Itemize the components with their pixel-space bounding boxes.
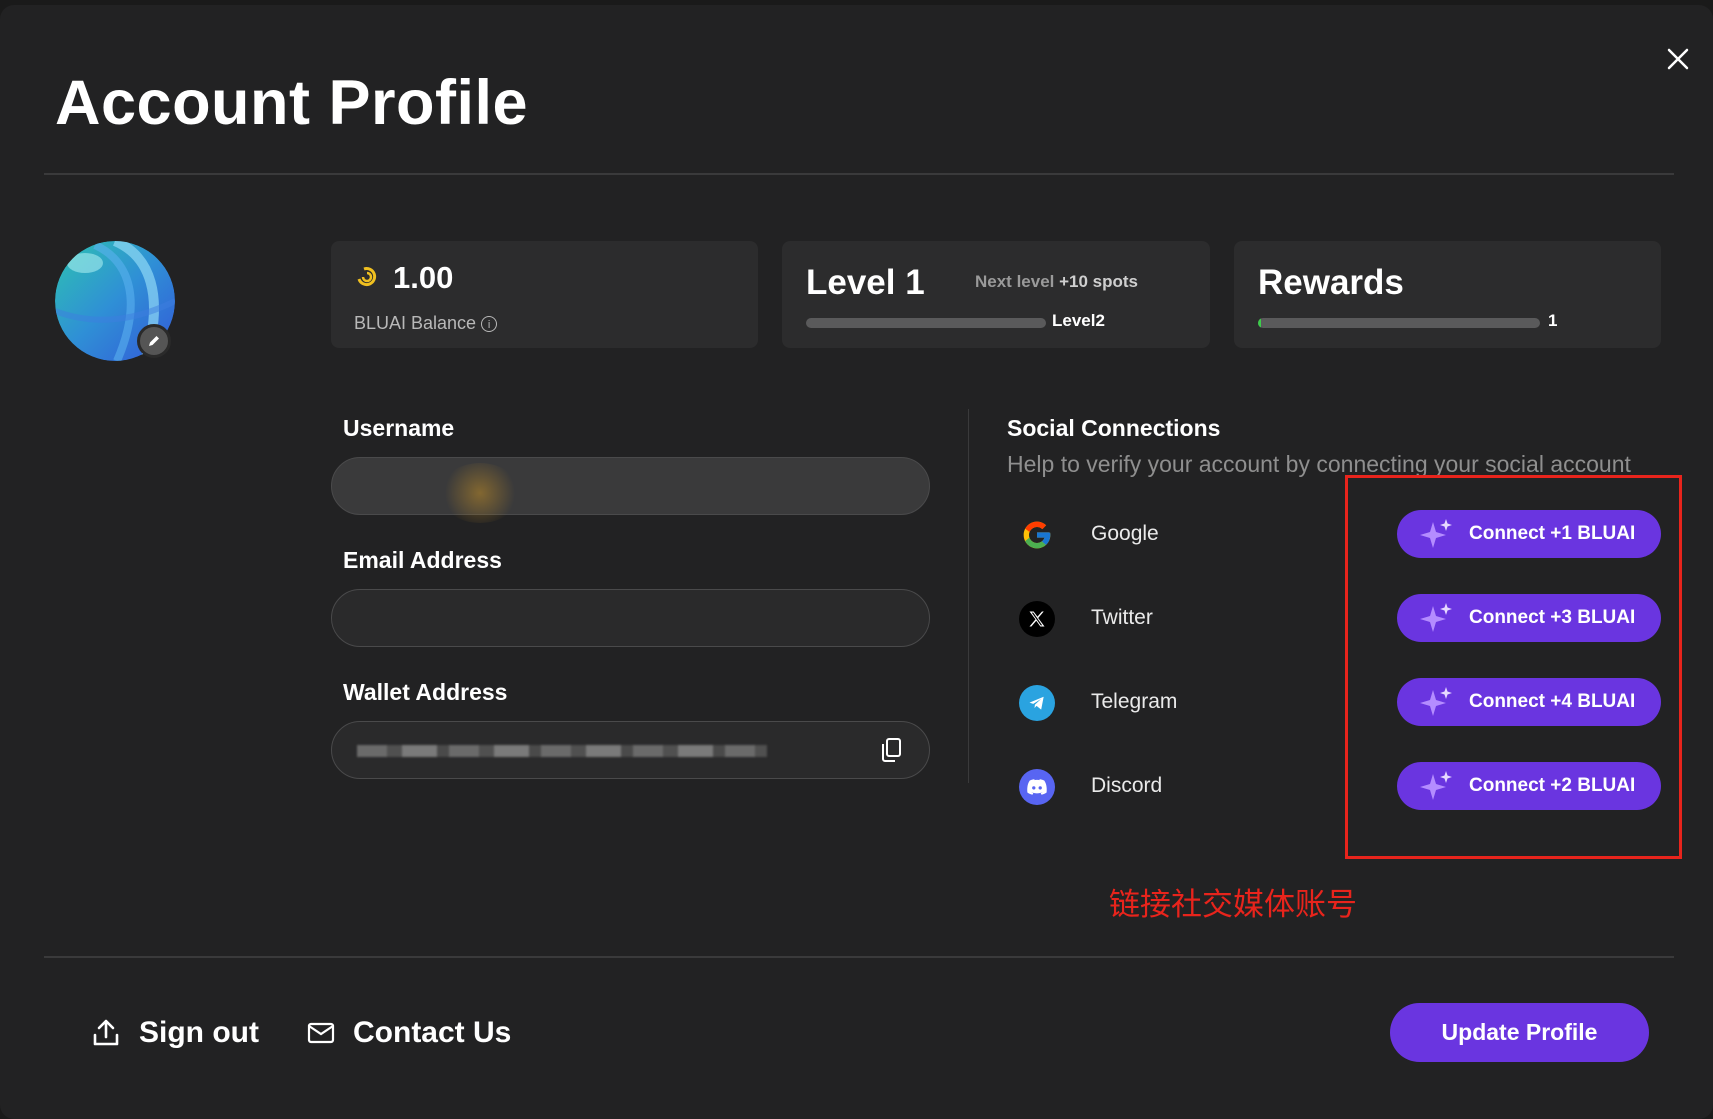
social-name-google: Google <box>1091 522 1159 545</box>
balance-label-text: BLUAI Balance <box>354 313 477 333</box>
next-level-prefix: Next level <box>975 272 1060 291</box>
social-connections-title: Social Connections <box>1007 415 1221 441</box>
copy-icon[interactable] <box>879 737 903 768</box>
rewards-title: Rewards <box>1258 263 1404 302</box>
balance-card: 1.00 BLUAI Balance i <box>331 241 758 348</box>
social-connections-subtitle: Help to verify your account by connectin… <box>1007 451 1631 477</box>
section-divider <box>968 409 969 783</box>
level-card: Level 1 Next level +10 spots Level2 <box>782 241 1210 348</box>
blurred-content <box>440 463 520 523</box>
next-level-hint: Next level +10 spots <box>975 272 1138 292</box>
rewards-progress-fill <box>1258 318 1261 328</box>
annotation-text: 链接社交媒体账号 <box>1109 887 1357 922</box>
rewards-card: Rewards 1 <box>1234 241 1661 348</box>
social-name-discord: Discord <box>1091 774 1163 797</box>
email-input[interactable] <box>331 589 930 647</box>
balance-label: BLUAI Balance i <box>354 313 498 334</box>
next-level-label: Level2 <box>1052 311 1105 330</box>
username-label: Username <box>343 415 455 441</box>
social-name-telegram: Telegram <box>1091 690 1178 713</box>
rewards-progress-bar <box>1258 318 1540 328</box>
header-divider <box>44 173 1674 175</box>
info-icon[interactable]: i <box>481 316 498 332</box>
contact-us-label: Contact Us <box>353 1016 512 1049</box>
sign-out-label: Sign out <box>139 1016 259 1049</box>
close-icon[interactable] <box>1662 43 1694 75</box>
update-profile-button[interactable]: Update Profile <box>1390 1003 1649 1062</box>
telegram-icon <box>1019 685 1055 721</box>
redacted-wallet-address <box>357 745 767 757</box>
mail-icon <box>307 1022 335 1044</box>
bluai-coin-icon <box>355 265 379 294</box>
page-title: Account Profile <box>55 68 529 138</box>
level-title: Level 1 <box>806 263 925 302</box>
email-label: Email Address <box>343 547 502 573</box>
wallet-address-field[interactable] <box>331 721 930 779</box>
next-level-value: +10 spots <box>1059 272 1139 291</box>
rewards-count: 1 <box>1548 311 1558 330</box>
annotation-highlight-box <box>1345 475 1682 859</box>
sign-out-button[interactable]: Sign out <box>91 1016 259 1050</box>
footer-divider <box>44 956 1674 958</box>
upload-icon <box>93 1019 119 1046</box>
contact-us-button[interactable]: Contact Us <box>307 1016 511 1050</box>
wallet-label: Wallet Address <box>343 679 508 705</box>
edit-avatar-icon[interactable] <box>137 324 171 358</box>
username-input[interactable] <box>331 457 930 515</box>
x-twitter-icon <box>1019 601 1055 637</box>
google-icon <box>1019 517 1055 553</box>
account-profile-modal: Account Profile 1.00 BLUAI Balance i Lev… <box>0 5 1713 1119</box>
level-progress-bar <box>806 318 1046 328</box>
discord-icon <box>1019 769 1055 805</box>
balance-value: 1.00 <box>393 260 454 295</box>
social-name-twitter: Twitter <box>1091 606 1153 629</box>
